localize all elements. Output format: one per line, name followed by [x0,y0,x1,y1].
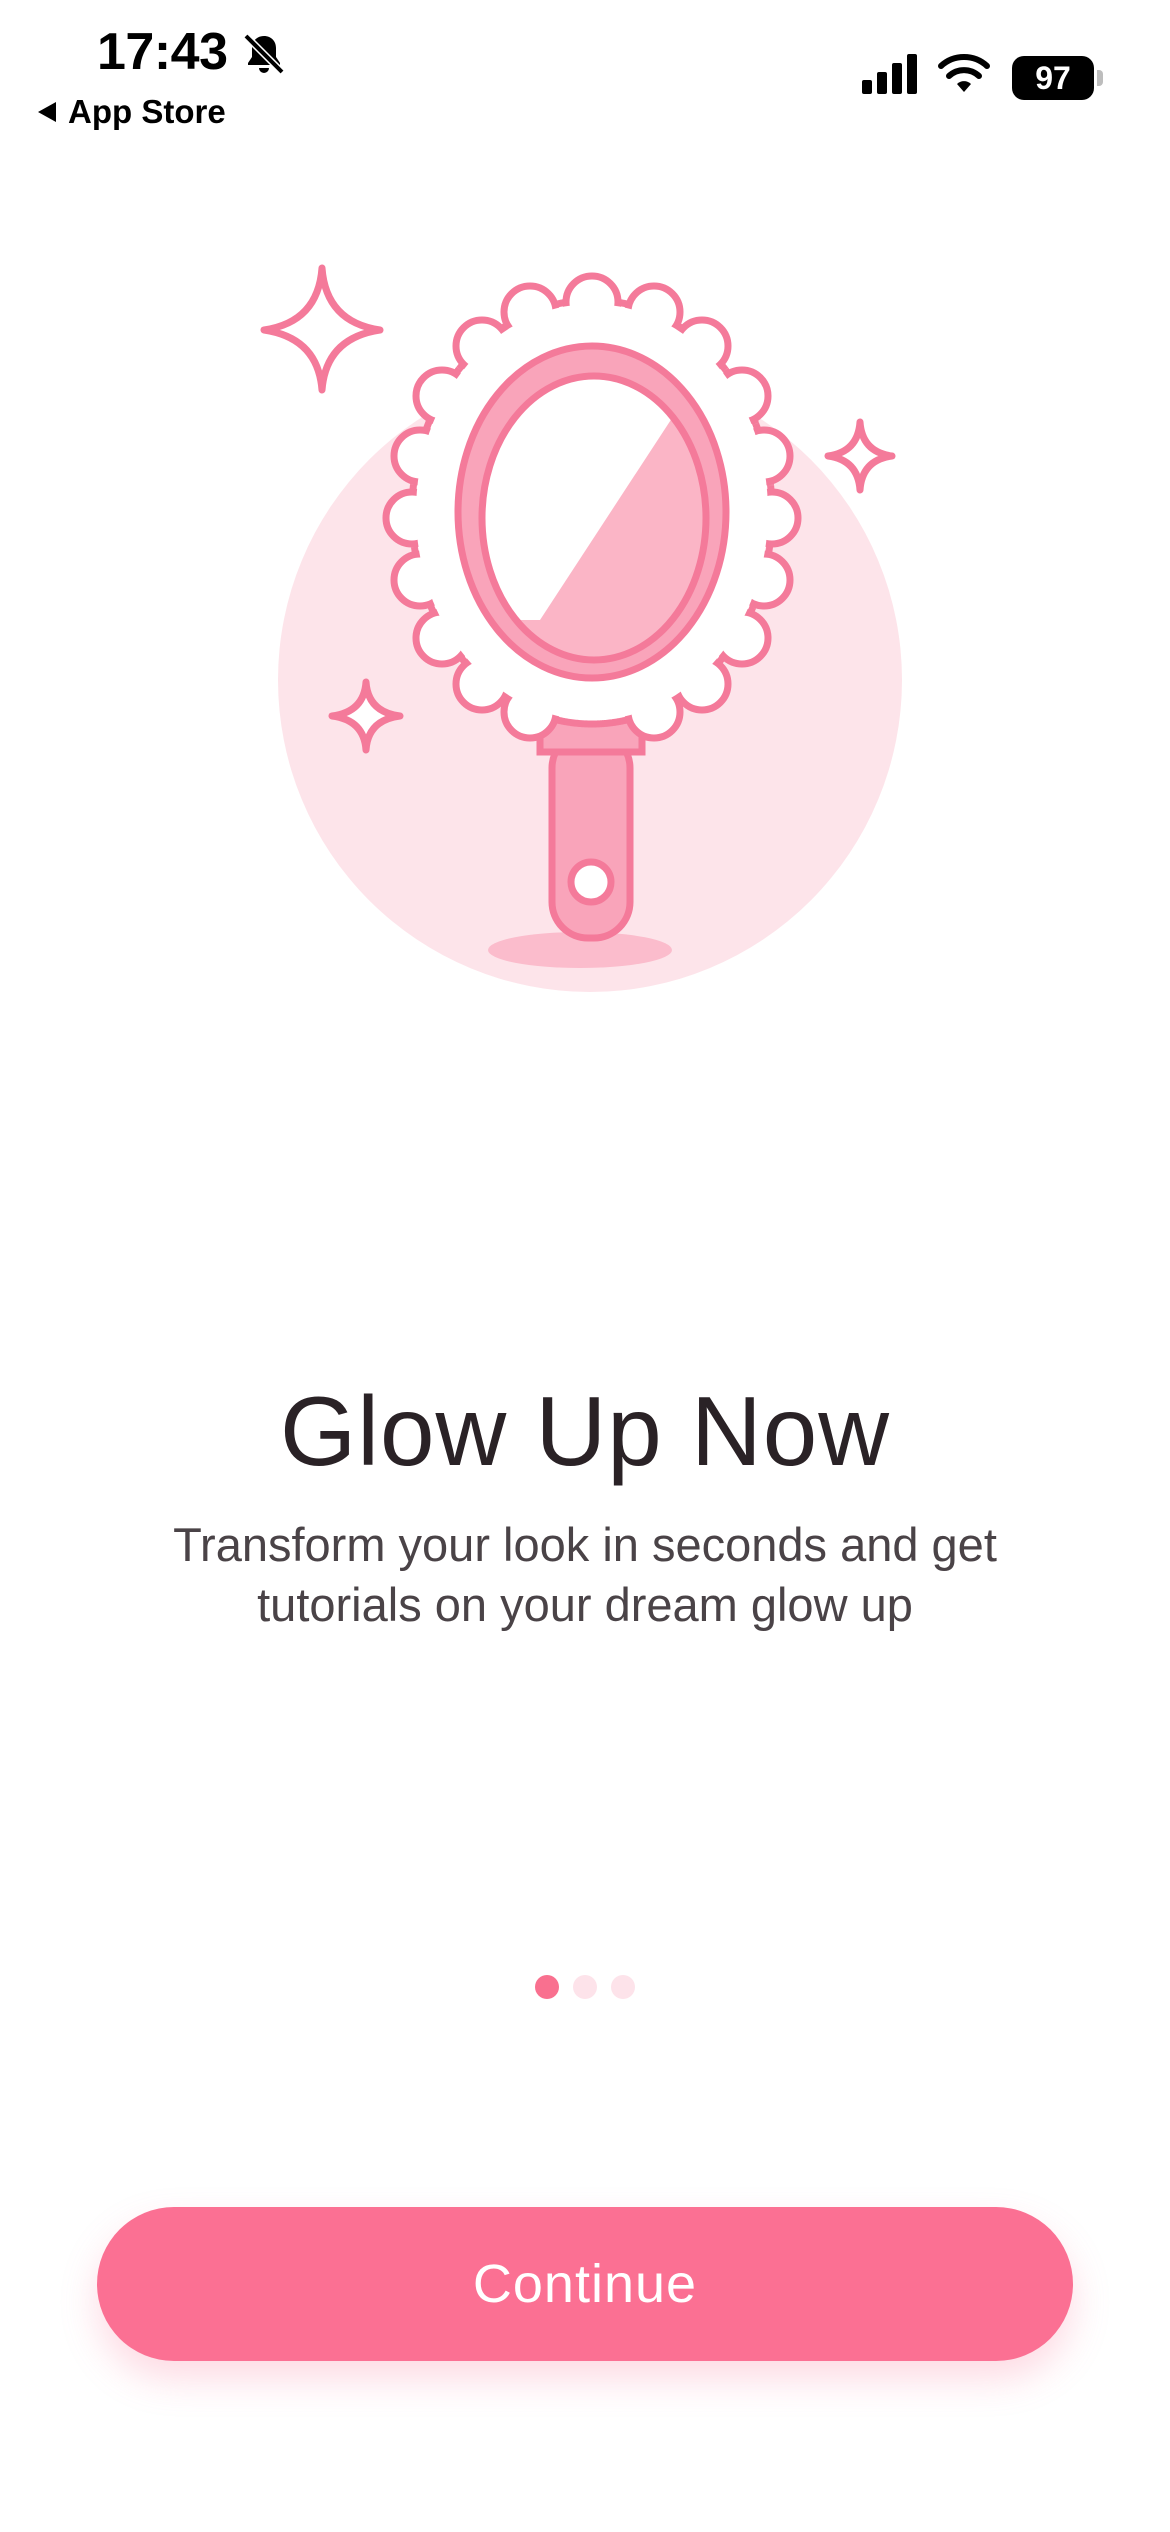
back-to-app-store-link[interactable]: App Store [38,90,226,134]
onboarding-screen: 17:43 App Store 97 Glow Up Now Transform… [0,0,1170,2532]
back-label: App Store [68,93,226,130]
bell-slash-icon [243,33,285,75]
battery-icon: 97 [1012,56,1094,100]
hand-mirror-illustration [260,264,902,992]
continue-button[interactable]: Continue [97,2207,1073,2361]
mirror-handle [548,728,634,942]
sparkle-icon [260,264,384,394]
page-dot-3[interactable] [611,1975,635,1999]
cellular-signal-icon [862,54,917,94]
page-dot-1-active[interactable] [535,1975,559,1999]
wifi-icon [938,54,990,92]
page-indicator [0,1975,1170,1999]
sparkle-icon [824,418,896,494]
battery-level: 97 [1035,59,1071,96]
onboarding-subtitle: Transform your look in seconds and get t… [120,1515,1050,1635]
subtitle-line-1: Transform your look in seconds and get [173,1518,997,1571]
subtitle-line-2: tutorials on your dream glow up [257,1578,913,1631]
page-dot-2[interactable] [573,1975,597,1999]
status-bar: 17:43 App Store 97 [0,0,1170,140]
mirror-handle-hole [567,858,615,906]
onboarding-title: Glow Up Now [279,1376,891,1486]
back-arrow-icon [38,102,56,122]
battery-tip [1097,70,1103,86]
status-time: 17:43 [97,23,228,81]
